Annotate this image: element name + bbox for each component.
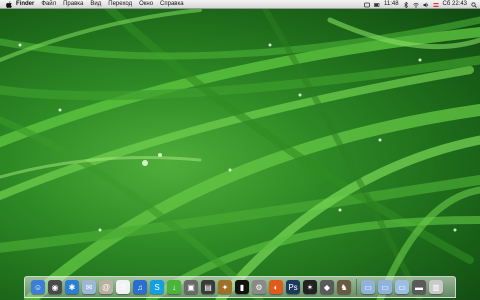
torrent-icon[interactable]: ↓ (167, 280, 181, 294)
iphoto-icon[interactable]: ▣ (184, 280, 198, 294)
system-preferences-icon[interactable]: ⚙ (252, 280, 266, 294)
volume-icon[interactable] (423, 2, 429, 8)
safari-icon[interactable]: ✱ (65, 280, 79, 294)
itunes-icon[interactable]: ♫ (133, 280, 147, 294)
flag-icon[interactable] (433, 2, 439, 8)
address-book-icon[interactable]: @ (99, 280, 113, 294)
game-icon[interactable]: ♞ (337, 280, 351, 294)
terminal-icon[interactable]: ▮ (235, 280, 249, 294)
wifi-icon[interactable] (412, 2, 419, 8)
finder-icon[interactable]: ☺ (31, 280, 45, 294)
status-icon[interactable] (364, 2, 370, 8)
menu-edit[interactable]: Правка (63, 0, 83, 9)
dock-stacks: ▭ ▭ ▭ ▬ ▥ (361, 280, 446, 294)
apple-menu-icon[interactable] (5, 0, 12, 8)
menu-help[interactable]: Справка (160, 0, 184, 9)
menu-file[interactable]: Файл (41, 0, 56, 9)
bluetooth-icon[interactable] (403, 1, 409, 8)
app-icon[interactable]: ◆ (320, 280, 334, 294)
menu-view[interactable]: Вид (90, 0, 101, 9)
menu-extras: 11:48 Сб 22:43 (360, 0, 477, 9)
ical-icon[interactable]: 3 (116, 280, 130, 294)
dock-separator (356, 279, 357, 295)
star-app-icon[interactable]: ✶ (303, 280, 317, 294)
desktop[interactable]: Finder Файл Правка Вид Переход Окно Спра… (0, 0, 480, 300)
tray-time[interactable]: 11:48 (384, 0, 399, 9)
dock: ☺ ◉ ✱ ✉ @3 ♫ S ↓ ▣ ▤ ✦ ▮ ⚙ ◐ Ps ✶ ◆ ♞ ▭ ▭ ▭ ▬ ▥ (24, 276, 456, 298)
menubar-clock[interactable]: Сб 22:43 (443, 0, 467, 9)
preview-icon[interactable]: ▤ (201, 280, 215, 294)
skype-icon[interactable]: S (150, 280, 164, 294)
menu-bar: Finder Файл Правка Вид Переход Окно Спра… (0, 0, 480, 9)
grass-wallpaper (0, 0, 480, 300)
menu-go[interactable]: Переход (108, 0, 132, 9)
applications-folder-icon[interactable]: ▭ (361, 280, 375, 294)
spotlight-icon[interactable] (471, 1, 477, 8)
instruments-icon[interactable]: ✦ (218, 280, 232, 294)
documents-folder-icon[interactable]: ▭ (378, 280, 392, 294)
battery-icon[interactable] (374, 2, 380, 8)
disk-icon[interactable]: ▬ (412, 280, 426, 294)
photoshop-icon[interactable]: Ps (286, 280, 300, 294)
dashboard-icon[interactable]: ◉ (48, 280, 62, 294)
downloads-folder-icon[interactable]: ▭ (395, 280, 409, 294)
menu-app-finder[interactable]: Finder (16, 0, 34, 9)
mail-icon[interactable]: ✉ (82, 280, 96, 294)
trash-icon[interactable]: ▥ (429, 280, 443, 294)
dock-apps: ☺ ◉ ✱ ✉ @3 ♫ S ↓ ▣ ▤ ✦ ▮ ⚙ ◐ Ps ✶ ◆ ♞ (31, 280, 354, 294)
firefox-icon[interactable]: ◐ (269, 280, 283, 294)
menu-window[interactable]: Окно (139, 0, 153, 9)
